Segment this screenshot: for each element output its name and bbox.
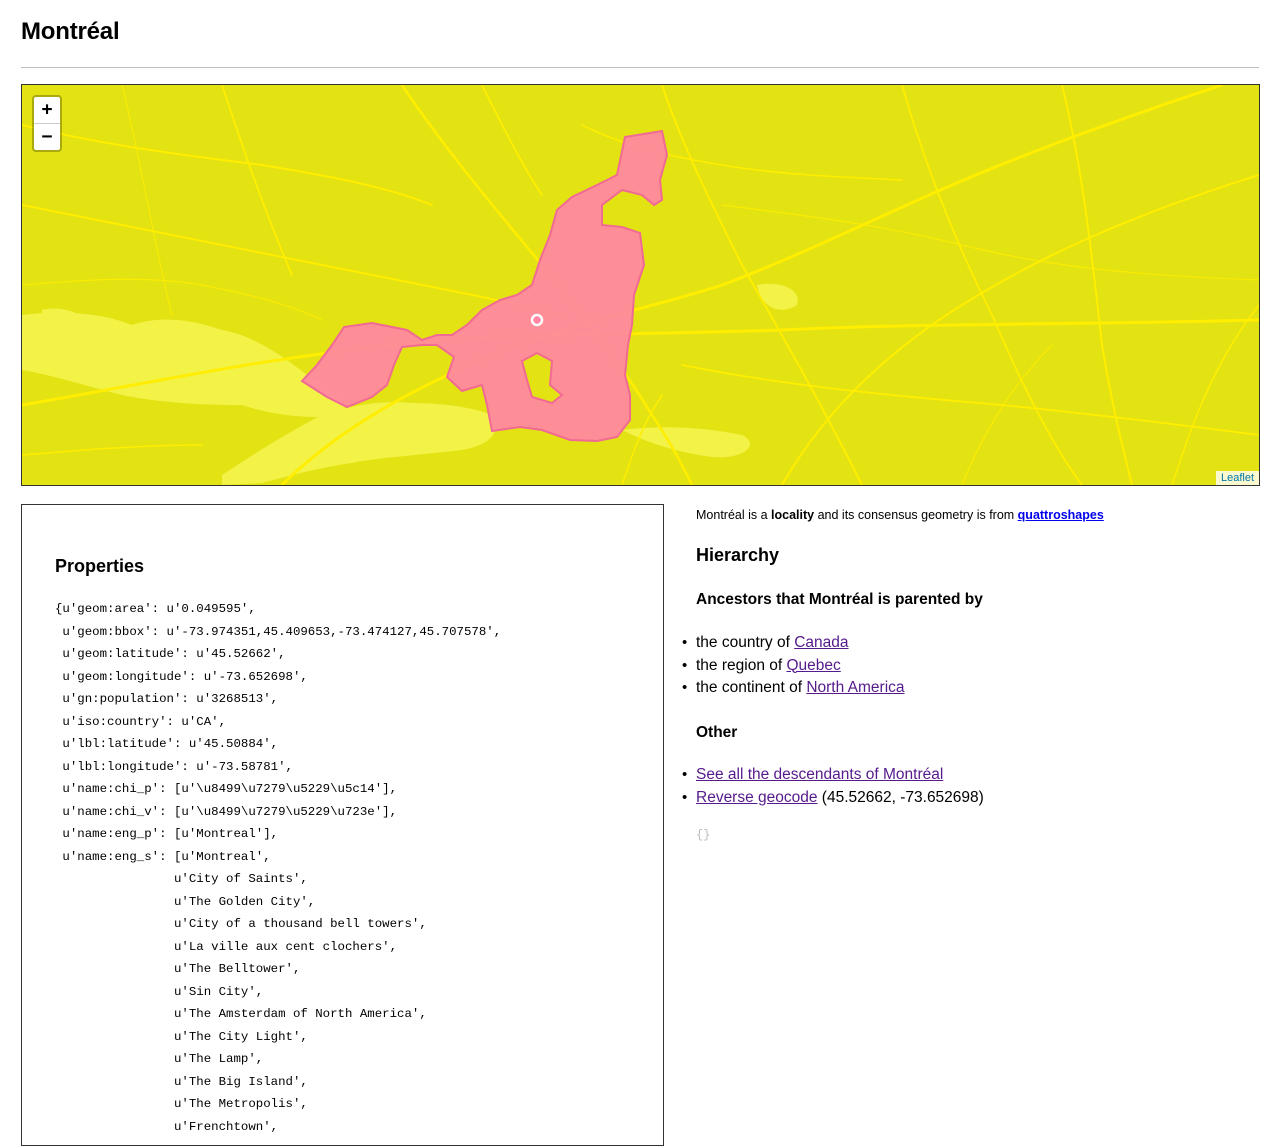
zoom-in-button[interactable]: + [34,97,60,123]
property-line: u'The City Light', [173,1029,308,1044]
zoom-control: + − [32,95,62,152]
locality-label-marker[interactable] [530,313,544,327]
properties-heading: Properties [55,556,145,576]
property-line: u'iso:country': u'CA', [62,714,227,729]
ancestors-list: the country of Canada the region of Queb… [682,632,905,700]
property-line: u'lbl:longitude': u'-73.58781', [62,759,293,774]
property-line: u'The Big Island', [173,1074,308,1089]
reverse-geocode-link[interactable]: Reverse geocode [696,789,818,806]
property-line: u'name:chi_p': [u'\u8499\u7279\u5229\u5c… [62,782,398,796]
leaflet-link[interactable]: Leaflet [1221,472,1254,484]
map-view[interactable]: + − Leaflet [21,84,1260,486]
property-line: u'The Belltower', [173,962,301,976]
intro-text: Montréal is a locality and its consensus… [696,508,1104,522]
ancestor-link-canada[interactable]: Canada [794,634,848,651]
source-link[interactable]: quattroshapes [1018,508,1104,522]
property-line: {u'geom:area': u'0.049595', [55,602,256,616]
list-item: See all the descendants of Montréal [682,764,984,787]
property-line: u'lbl:latitude': u'45.50884', [62,737,279,751]
intro-middle: and its consensus geometry is from [814,508,1018,522]
page-title: Montréal [21,18,120,45]
ancestor-link-quebec[interactable]: Quebec [786,657,840,674]
property-line: u'geom:bbox': u'-73.974351,45.409653,-73… [62,624,502,639]
ancestors-heading: Ancestors that Montréal is parented by [696,591,983,608]
property-line: u'name:chi_v': [u'\u8499\u7279\u5229\u72… [62,804,398,819]
property-line: u'The Metropolis', [173,1097,308,1111]
list-item: the continent of North America [682,677,904,700]
ancestor-link-north-america[interactable]: North America [806,679,904,696]
ancestor-prefix: the continent of [696,679,807,696]
property-line: u'geom:longitude': u'-73.652698', [62,669,308,684]
intro-prefix: Montréal is a [696,508,772,522]
property-line: u'La ville aux cent clochers', [173,939,398,954]
title-divider [21,67,1259,68]
property-line: u'gn:population': u'3268513', [62,692,279,706]
zoom-out-button[interactable]: − [34,123,60,150]
list-item: the country of Canada [682,632,905,655]
hierarchy-heading: Hierarchy [696,545,780,565]
locality-polygon[interactable] [300,129,669,443]
property-line: u'name:eng_p': [u'Montreal'], [62,827,279,841]
property-line: u'The Golden City', [173,894,316,909]
list-item: Reverse geocode (45.52662, -73.652698) [682,787,984,810]
list-item: the region of Quebec [682,655,905,678]
map-attribution: Leaflet [1215,471,1259,485]
properties-panel: Properties {u'geom:area': u'0.049595', u… [21,504,664,1146]
property-line: u'Sin City', [173,984,264,999]
descendants-link[interactable]: See all the descendants of Montréal [696,766,943,783]
other-heading: Other [696,724,738,741]
ancestor-prefix: the country of [696,634,795,651]
map-canvas[interactable] [22,85,1259,485]
property-line: u'City of Saints', [173,872,308,886]
empty-json: {} [696,828,711,842]
other-list: See all the descendants of Montréal Reve… [682,764,984,809]
property-line: u'The Amsterdam of North America', [173,1007,427,1021]
ancestor-prefix: the region of [696,656,787,674]
placetype: locality [771,508,815,522]
property-line: u'The Lamp', [173,1052,264,1066]
property-line: u'Frenchtown', [173,1119,279,1134]
reverse-geocode-coords: (45.52662, -73.652698) [817,788,984,806]
property-line: u'name:eng_s': [u'Montreal', [62,849,271,864]
properties-code: {u'geom:area': u'0.049595', u'geom:bbox'… [55,598,501,1138]
property-line: u'geom:latitude': u'45.52662', [62,647,286,661]
property-line: u'City of a thousand bell towers', [173,917,427,931]
